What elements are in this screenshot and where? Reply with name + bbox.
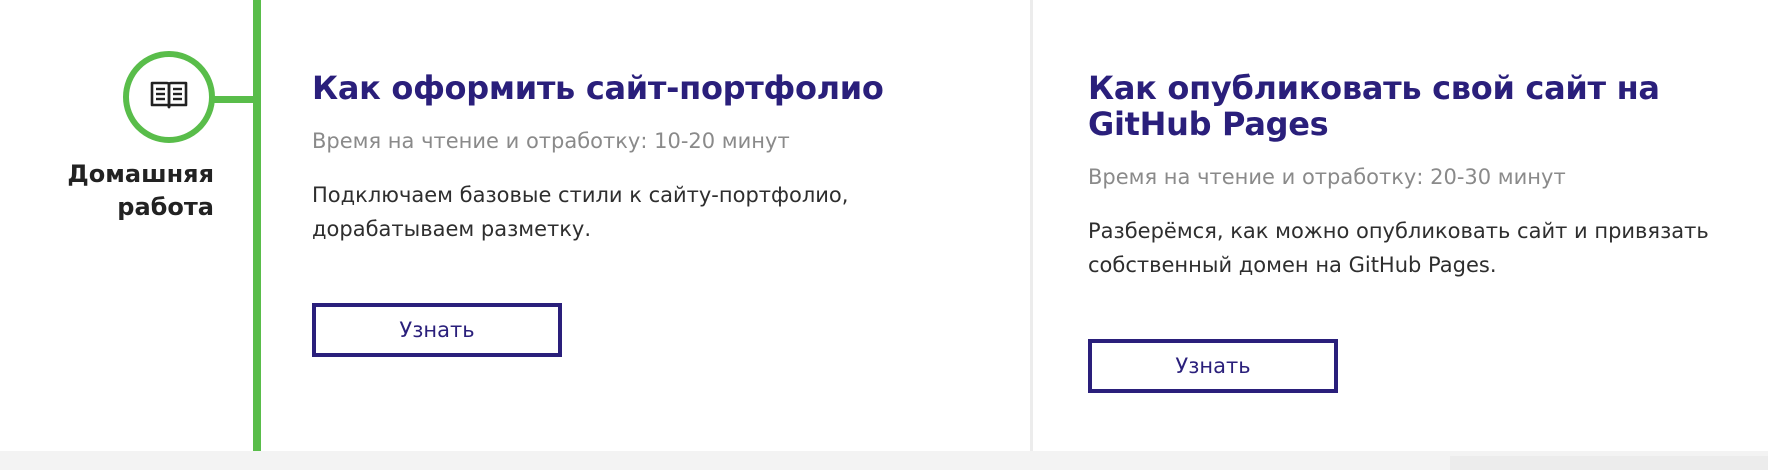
bottom-strip-right <box>1450 456 1768 470</box>
lesson-card: Как оформить сайт-портфолио Время на чте… <box>312 70 992 246</box>
timeline-line <box>253 0 261 470</box>
card-title: Как опубликовать свой сайт на GitHub Pag… <box>1088 69 1660 143</box>
card-divider <box>1030 0 1033 451</box>
learn-more-button[interactable]: Узнать <box>1088 339 1338 393</box>
open-book-icon <box>150 80 188 115</box>
card-time: Время на чтение и отработку: 10-20 минут <box>312 129 790 153</box>
timeline-connector <box>214 96 256 103</box>
timeline-marker <box>123 51 215 143</box>
card-description: Подключаем базовые стили к сайту-портфол… <box>312 183 849 241</box>
lesson-card: Как опубликовать свой сайт на GitHub Pag… <box>1088 70 1758 282</box>
page: Домашняя работа Как оформить сайт-портфо… <box>0 0 1768 470</box>
learn-more-button[interactable]: Узнать <box>312 303 562 357</box>
section-label: Домашняя работа <box>67 160 214 221</box>
card-time: Время на чтение и отработку: 20-30 минут <box>1088 165 1566 189</box>
card-description: Разберёмся, как можно опубликовать сайт … <box>1088 219 1709 277</box>
card-title: Как оформить сайт-портфолио <box>312 69 884 107</box>
